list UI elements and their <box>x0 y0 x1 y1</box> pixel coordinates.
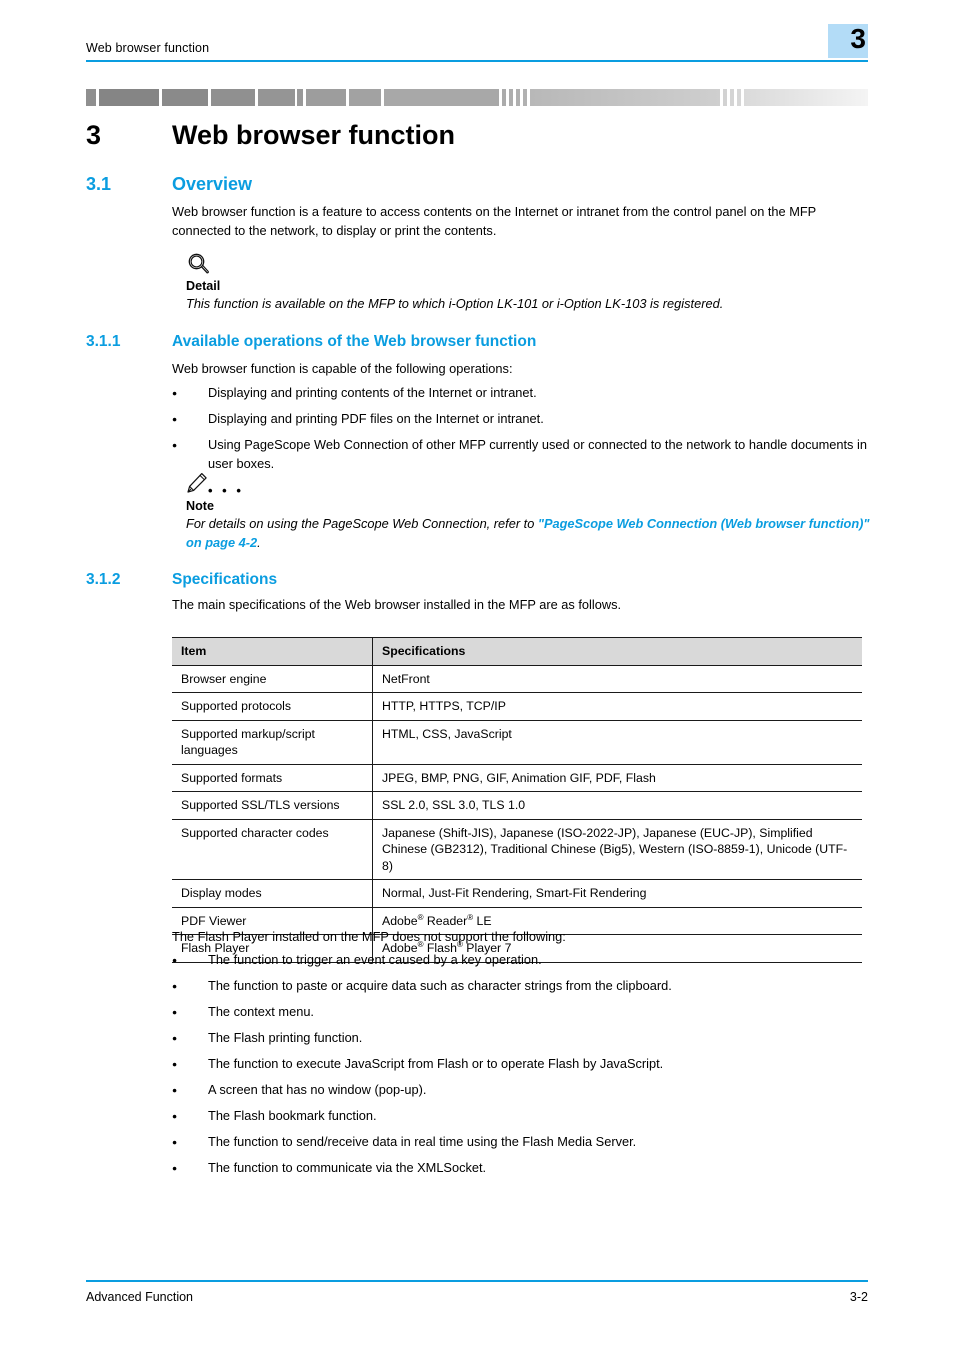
table-row: Supported character codes Japanese (Shif… <box>172 818 862 880</box>
list-item: Displaying and printing contents of the … <box>172 384 868 404</box>
list-item-text: A screen that has no window (pop-up). <box>208 1082 427 1097</box>
overview-paragraph: Web browser function is a feature to acc… <box>172 204 816 238</box>
chapter-barcode-decoration <box>86 89 868 106</box>
heading-available-operations-number: 3.1.1 <box>86 333 121 350</box>
unsupported-intro: The Flash Player installed on the MFP do… <box>172 929 566 944</box>
available-operations-list: Displaying and printing contents of the … <box>172 384 868 480</box>
table-cell-spec: Normal, Just-Fit Rendering, Smart-Fit Re… <box>372 879 862 908</box>
chapter-title: 3 Web browser function <box>86 118 876 152</box>
table-cell-item: Supported character codes <box>172 818 373 880</box>
header-divider <box>86 60 868 62</box>
list-item: A screen that has no window (pop-up). <box>172 1081 868 1101</box>
list-item: The context menu. <box>172 1003 868 1023</box>
list-item-text: The function to trigger an event caused … <box>208 952 542 967</box>
note-dots: • • • <box>208 483 244 498</box>
bullet-icon <box>172 1133 208 1153</box>
list-item-text: Displaying and printing contents of the … <box>208 385 537 400</box>
table-row: Supported markup/script languages HTML, … <box>172 719 862 765</box>
table-cell-item: Supported protocols <box>172 692 373 721</box>
bullet-icon <box>172 410 208 430</box>
bullet-icon <box>172 977 208 997</box>
table-row: Browser engine NetFront <box>172 664 862 693</box>
available-operations-intro: Web browser function is capable of the f… <box>172 361 513 376</box>
list-item-text: The function to execute JavaScript from … <box>208 1056 664 1071</box>
chapter-badge-number: 3 <box>850 23 866 54</box>
heading-available-operations-text: Available operations of the Web browser … <box>172 333 537 350</box>
magnifier-icon <box>186 252 876 278</box>
detail-callout: Detail This function is available on the… <box>186 252 876 314</box>
bullet-icon <box>172 1029 208 1049</box>
list-item-text: The Flash bookmark function. <box>208 1108 377 1123</box>
list-item: The Flash bookmark function. <box>172 1107 868 1127</box>
list-item-text: The Flash printing function. <box>208 1030 363 1045</box>
list-item: Using PageScope Web Connection of other … <box>172 436 868 473</box>
heading-available-operations: 3.1.1 Available operations of the Web bro… <box>86 331 876 352</box>
heading-overview-text: Overview <box>172 174 253 194</box>
bullet-icon <box>172 1081 208 1101</box>
table-cell-item: Supported markup/script languages <box>172 719 373 765</box>
table-cell-spec: HTML, CSS, JavaScript <box>372 719 862 765</box>
list-item-text: The function to paste or acquire data su… <box>208 978 672 993</box>
list-item-text: The function to send/receive data in rea… <box>208 1134 637 1149</box>
list-item: The function to trigger an event caused … <box>172 951 868 971</box>
list-item: Displaying and printing PDF files on the… <box>172 410 868 430</box>
chapter-title-text: Web browser function <box>172 120 456 150</box>
footer-page-number: 3-2 <box>849 1290 868 1304</box>
list-item: The function to communicate via the XMLS… <box>172 1159 868 1179</box>
table-cell-item: Browser engine <box>172 664 373 693</box>
table-cell-spec: JPEG, BMP, PNG, GIF, Animation GIF, PDF,… <box>372 763 862 792</box>
unsupported-list: The function to trigger an event caused … <box>172 951 868 1185</box>
heading-specifications: 3.1.2 Specifications <box>86 569 876 590</box>
page-header: Web browser function 3 <box>86 23 868 66</box>
note-callout-body: For details on using the PageScope Web C… <box>186 515 876 552</box>
detail-callout-label: Detail <box>186 279 221 293</box>
table-cell-item: Supported formats <box>172 763 373 792</box>
list-item: The function to paste or acquire data su… <box>172 977 868 997</box>
footer-document-title: Advanced Function <box>86 1290 194 1304</box>
detail-callout-body: This function is available on the MFP to… <box>186 296 724 311</box>
table-cell-spec: Japanese (Shift-JIS), Japanese (ISO-2022… <box>372 818 862 880</box>
table-cell-item: Display modes <box>172 879 373 908</box>
table-row: Supported protocols HTTP, HTTPS, TCP/IP <box>172 692 862 721</box>
footer-divider <box>86 1280 868 1282</box>
table-cell-spec: SSL 2.0, SSL 3.0, TLS 1.0 <box>372 791 862 820</box>
heading-specifications-number: 3.1.2 <box>86 571 121 588</box>
table-header-item: Item <box>172 637 373 666</box>
bullet-icon <box>172 1055 208 1075</box>
pencil-icon: • • • <box>186 472 876 498</box>
chapter-title-number: 3 <box>86 120 102 150</box>
specifications-intro: The main specifications of the Web brows… <box>172 597 622 612</box>
table-cell-spec: HTTP, HTTPS, TCP/IP <box>372 692 862 721</box>
list-item: The function to send/receive data in rea… <box>172 1133 868 1153</box>
header-title: Web browser function <box>86 41 210 55</box>
table-row: Supported SSL/TLS versions SSL 2.0, SSL … <box>172 791 862 820</box>
bullet-icon <box>172 1107 208 1127</box>
bullet-icon <box>172 436 208 456</box>
list-item-text: The function to communicate via the XMLS… <box>208 1160 487 1175</box>
table-header-specifications: Specifications <box>372 637 862 666</box>
table-row: Supported formats JPEG, BMP, PNG, GIF, A… <box>172 763 862 792</box>
heading-overview: 3.1 Overview <box>86 172 876 196</box>
table-cell-spec: NetFront <box>372 664 862 693</box>
note-body-lead: For details on using the PageScope Web C… <box>186 516 538 531</box>
specifications-table: Item Specifications Browser engine NetFr… <box>172 637 862 963</box>
bullet-icon <box>172 1003 208 1023</box>
heading-specifications-text: Specifications <box>172 571 278 588</box>
table-cell-item: Supported SSL/TLS versions <box>172 791 373 820</box>
note-callout: • • • Note For details on using the Page… <box>186 472 876 552</box>
bullet-icon <box>172 1159 208 1179</box>
list-item: The function to execute JavaScript from … <box>172 1055 868 1075</box>
document-page: Web browser function 3 3 Web browser fun… <box>0 0 954 1350</box>
heading-overview-number: 3.1 <box>86 174 112 194</box>
table-row: Display modes Normal, Just-Fit Rendering… <box>172 879 862 908</box>
bullet-icon <box>172 384 208 404</box>
bullet-icon <box>172 951 208 971</box>
table-header-row: Item Specifications <box>172 637 862 666</box>
list-item-text: The context menu. <box>208 1004 314 1019</box>
note-callout-label: Note <box>186 499 214 513</box>
note-body-tail: . <box>257 534 261 550</box>
list-item-text: Displaying and printing PDF files on the… <box>208 411 544 426</box>
list-item-text: Using PageScope Web Connection of other … <box>208 437 867 471</box>
list-item: The Flash printing function. <box>172 1029 868 1049</box>
